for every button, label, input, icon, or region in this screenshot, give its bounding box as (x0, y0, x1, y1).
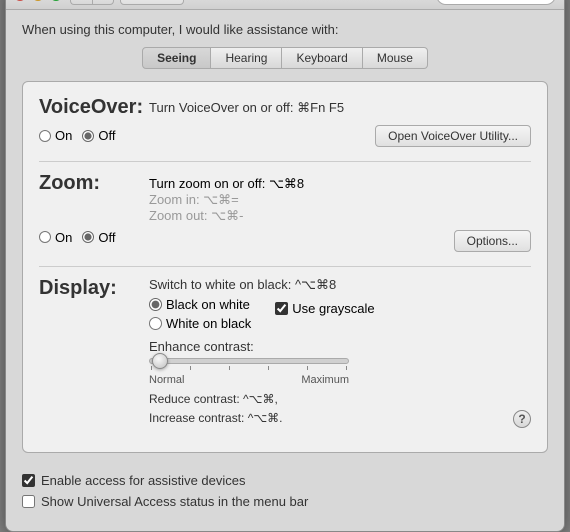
zoom-radio-group: On Off (39, 230, 115, 245)
voiceover-on-radio[interactable] (39, 130, 51, 142)
display-section: Display: Switch to white on black: ^⌥⌘8 … (39, 277, 531, 428)
open-voiceover-utility-button[interactable]: Open VoiceOver Utility... (375, 125, 531, 147)
zoom-title: Zoom: (39, 172, 149, 195)
show-status-checkbox[interactable] (22, 495, 35, 508)
back-button[interactable]: ◀ (70, 0, 92, 5)
top-label: When using this computer, I would like a… (22, 22, 548, 37)
voiceover-off-radio[interactable] (82, 130, 94, 142)
slider-container: Normal Maximum (149, 358, 349, 386)
enable-assistive-checkbox[interactable] (22, 474, 35, 487)
grayscale-checkbox[interactable] (275, 302, 288, 315)
window-buttons (14, 0, 62, 1)
enable-assistive-text: Enable access for assistive devices (41, 473, 245, 488)
voiceover-on-text: On (55, 128, 72, 143)
black-on-white-text: Black on white (166, 297, 250, 312)
zoom-description: Turn zoom on or off: ⌥⌘8 (149, 176, 304, 192)
contrast-slider-thumb[interactable] (152, 353, 168, 369)
search-input[interactable] (436, 0, 556, 5)
voiceover-off-text: Off (98, 128, 115, 143)
help-button[interactable]: ? (513, 410, 531, 428)
window-title: Universal Access (231, 0, 338, 3)
show-all-button[interactable]: Show All (120, 0, 184, 5)
enable-assistive-label[interactable]: Enable access for assistive devices (22, 473, 548, 488)
divider-1 (39, 161, 531, 162)
voiceover-description: Turn VoiceOver on or off: ⌘Fn F5 (149, 96, 344, 116)
slider-track (149, 358, 349, 364)
close-button[interactable] (14, 0, 26, 1)
enhance-contrast-group: Enhance contrast: (149, 339, 531, 428)
zoom-off-radio[interactable] (82, 231, 94, 243)
content-area: When using this computer, I would like a… (6, 10, 564, 531)
main-panel: VoiceOver: Turn VoiceOver on or off: ⌘Fn… (22, 81, 548, 453)
forward-button[interactable]: ▶ (92, 0, 114, 5)
slider-labels: Normal Maximum (149, 374, 349, 386)
tick-3 (229, 366, 230, 370)
zoom-controls-row: On Off Options... (39, 230, 531, 252)
zoom-on-label[interactable]: On (39, 230, 72, 245)
zoom-off-label[interactable]: Off (82, 230, 115, 245)
tab-hearing[interactable]: Hearing (211, 47, 282, 69)
zoom-out-label: Zoom out: ⌥⌘- (149, 208, 304, 224)
tabs-bar: Seeing Hearing Keyboard Mouse (22, 47, 548, 69)
tick-6 (346, 366, 347, 370)
increase-contrast-label: Increase contrast: ^⌥⌘. (149, 409, 283, 428)
search-box: 🔍 (436, 0, 556, 5)
voiceover-header: VoiceOver: Turn VoiceOver on or off: ⌘Fn… (39, 96, 531, 119)
slider-max-label: Maximum (301, 374, 349, 386)
bottom-section: Enable access for assistive devices Show… (22, 465, 548, 519)
zoom-section: Zoom: Turn zoom on or off: ⌥⌘8 Zoom in: … (39, 172, 531, 252)
voiceover-off-label[interactable]: Off (82, 128, 115, 143)
display-grayscale-group: Use grayscale (275, 297, 374, 331)
tick-5 (307, 366, 308, 370)
tab-keyboard[interactable]: Keyboard (282, 47, 362, 69)
display-title: Display: (39, 277, 149, 300)
contrast-shortcuts: Reduce contrast: ^⌥⌘, Increase contrast:… (149, 390, 283, 428)
black-on-white-radio[interactable] (149, 298, 162, 311)
slider-min-label: Normal (149, 374, 184, 386)
tick-2 (190, 366, 191, 370)
zoom-in-label: Zoom in: ⌥⌘= (149, 192, 304, 208)
voiceover-title: VoiceOver: (39, 96, 149, 119)
white-on-black-text: White on black (166, 316, 251, 331)
display-content: Switch to white on black: ^⌥⌘8 Black on … (149, 277, 531, 428)
zoom-off-text: Off (98, 230, 115, 245)
enhance-contrast-label: Enhance contrast: (149, 339, 531, 354)
zoom-header: Zoom: Turn zoom on or off: ⌥⌘8 Zoom in: … (39, 172, 531, 224)
voiceover-on-label[interactable]: On (39, 128, 72, 143)
white-on-black-label[interactable]: White on black (149, 316, 251, 331)
grayscale-label[interactable]: Use grayscale (275, 301, 374, 316)
show-status-label[interactable]: Show Universal Access status in the menu… (22, 494, 548, 509)
tick-4 (268, 366, 269, 370)
minimize-button[interactable] (32, 0, 44, 1)
grayscale-text: Use grayscale (292, 301, 374, 316)
black-on-white-label[interactable]: Black on white (149, 297, 251, 312)
zoom-on-text: On (55, 230, 72, 245)
tick-1 (151, 366, 152, 370)
zoom-on-radio[interactable] (39, 231, 51, 243)
slider-ticks (149, 366, 349, 370)
display-switch-text: Switch to white on black: ^⌥⌘8 (149, 277, 531, 293)
reduce-contrast-label: Reduce contrast: ^⌥⌘, (149, 390, 283, 409)
tab-mouse[interactable]: Mouse (363, 47, 428, 69)
voiceover-section: VoiceOver: Turn VoiceOver on or off: ⌘Fn… (39, 96, 531, 147)
zoom-options-button[interactable]: Options... (454, 230, 531, 252)
display-radio-group: Black on white White on black (149, 297, 251, 331)
show-status-text: Show Universal Access status in the menu… (41, 494, 308, 509)
voiceover-controls-row: On Off Open VoiceOver Utility... (39, 125, 531, 147)
white-on-black-radio[interactable] (149, 317, 162, 330)
voiceover-radio-group: On Off (39, 128, 115, 143)
zoom-description-block: Turn zoom on or off: ⌥⌘8 Zoom in: ⌥⌘= Zo… (149, 172, 304, 224)
nav-buttons: ◀ ▶ (70, 0, 114, 5)
tab-seeing[interactable]: Seeing (142, 47, 211, 69)
title-bar: ◀ ▶ Show All Universal Access 🔍 (6, 0, 564, 10)
maximize-button[interactable] (50, 0, 62, 1)
divider-2 (39, 266, 531, 267)
main-window: ◀ ▶ Show All Universal Access 🔍 When usi… (5, 0, 565, 532)
